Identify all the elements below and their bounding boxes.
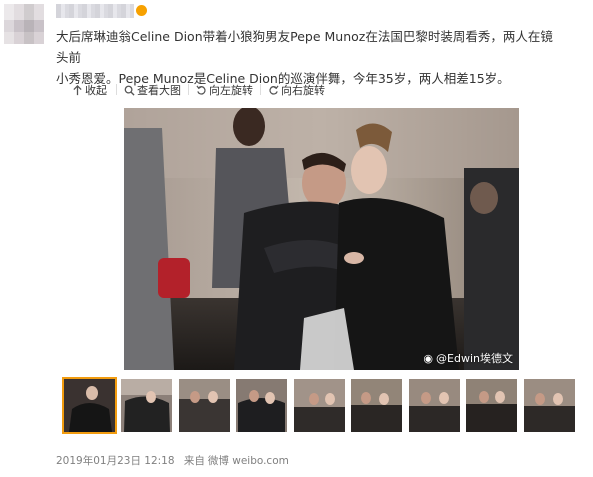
image-toolbar: 收起 查看大图 向左旋转 向右旋转: [56, 82, 586, 98]
thumbnail-4[interactable]: [236, 379, 287, 432]
thumbnail-5[interactable]: [294, 379, 345, 432]
thumbnail-image: [179, 379, 230, 432]
post-footer: 2019年01月23日 12:18 来自 微博 weibo.com: [56, 453, 295, 468]
rotate-left-label: 向左旋转: [209, 84, 253, 97]
rotate-right-icon: [269, 85, 279, 95]
rotate-left-button[interactable]: 向左旋转: [188, 82, 253, 98]
collapse-arrow-icon: [73, 84, 82, 95]
rotate-right-label: 向右旋转: [281, 84, 325, 97]
post-source-link[interactable]: 微博 weibo.com: [208, 455, 289, 467]
thumbnail-image: [121, 379, 172, 432]
view-large-button[interactable]: 查看大图: [116, 82, 181, 98]
watermark-text: @Edwin埃德文: [436, 352, 513, 365]
collapse-label: 收起: [85, 84, 107, 97]
thumbnail-image: [294, 379, 345, 432]
rotate-right-button[interactable]: 向右旋转: [260, 82, 325, 98]
thumbnail-1[interactable]: [62, 377, 117, 434]
thumbnail-9[interactable]: [524, 379, 575, 432]
weibo-logo-icon: ◉: [423, 351, 434, 365]
thumbnail-strip: [62, 377, 593, 434]
post-timestamp[interactable]: 2019年01月23日 12:18: [56, 455, 175, 467]
thumbnail-image: [351, 379, 402, 432]
image-watermark: ◉ @Edwin埃德文: [423, 350, 513, 366]
view-large-label: 查看大图: [137, 84, 181, 97]
magnify-icon: [124, 85, 135, 96]
post-text: 大后席琳迪翁Celine Dion带着小狼狗男友Pepe Munoz在法国巴黎时…: [56, 26, 556, 89]
thumbnail-2[interactable]: [121, 379, 172, 432]
verified-badge-icon: [136, 5, 147, 16]
photo-scene: [124, 108, 519, 370]
thumbnail-8[interactable]: [466, 379, 517, 432]
user-avatar[interactable]: [4, 4, 44, 44]
thumbnail-image: [64, 379, 115, 432]
thumbnail-image: [466, 379, 517, 432]
thumbnail-image: [409, 379, 460, 432]
toolbar-divider: [260, 84, 261, 95]
rotate-left-icon: [196, 85, 206, 95]
thumbnail-image: [524, 379, 575, 432]
username-redacted[interactable]: [56, 4, 134, 18]
thumbnail-7[interactable]: [409, 379, 460, 432]
collapse-button[interactable]: 收起: [72, 82, 107, 98]
post-text-line-1: 大后席琳迪翁Celine Dion带着小狼狗男友Pepe Munoz在法国巴黎时…: [56, 29, 553, 65]
toolbar-divider: [116, 84, 117, 95]
source-prefix: 来自: [183, 455, 205, 467]
thumbnail-image: [236, 379, 287, 432]
thumbnail-3[interactable]: [179, 379, 230, 432]
thumbnail-6[interactable]: [351, 379, 402, 432]
toolbar-divider: [188, 84, 189, 95]
post-image[interactable]: ◉ @Edwin埃德文: [124, 108, 519, 370]
